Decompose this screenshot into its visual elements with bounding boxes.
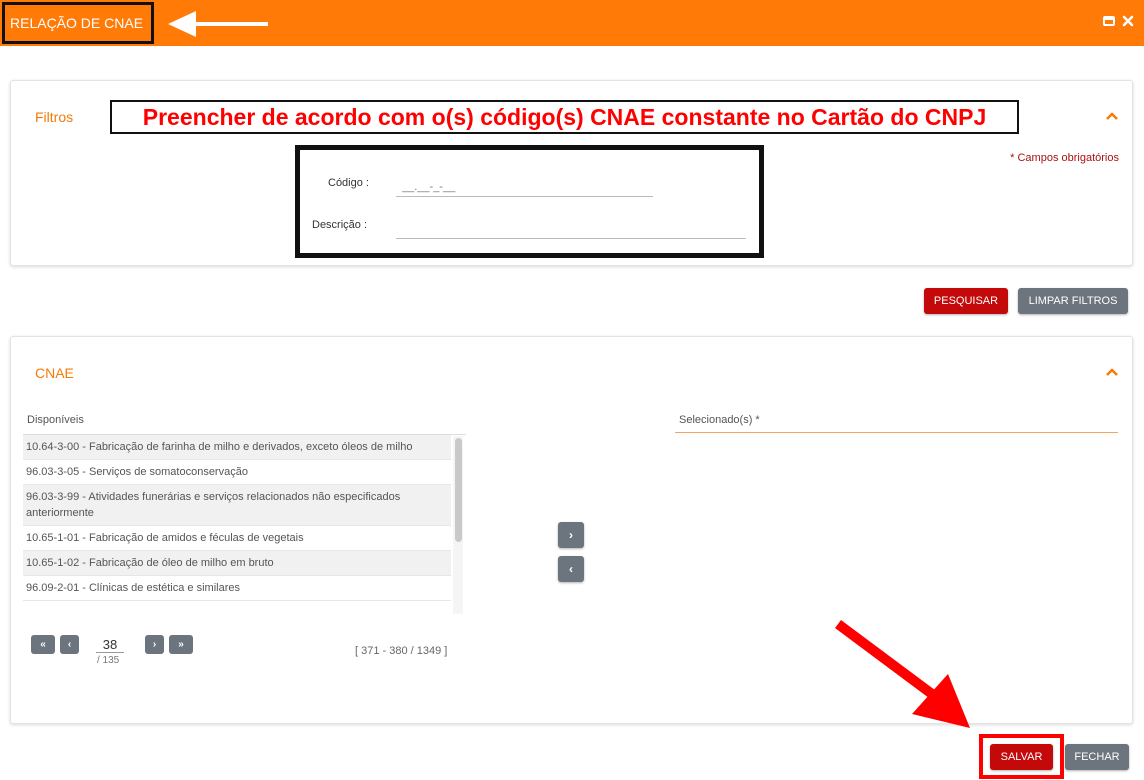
chevron-up-icon[interactable] — [1105, 367, 1119, 377]
list-item[interactable]: 96.03-3-05 - Serviços de somatoconservaç… — [23, 460, 451, 485]
list-item[interactable]: 10.65-1-02 - Fabricação de óleo de milho… — [23, 551, 451, 576]
close-button[interactable]: FECHAR — [1065, 744, 1129, 770]
title-bar-icons — [1102, 14, 1134, 28]
descricao-label: Descrição : — [312, 219, 368, 231]
record-range: [ 371 - 380 / 1349 ] — [355, 645, 448, 657]
list-item[interactable]: 96.03-3-99 - Atividades funerárias e ser… — [23, 485, 451, 526]
next-page-button[interactable]: › — [145, 635, 164, 654]
annotation-banner: Preencher de acordo com o(s) código(s) C… — [110, 100, 1019, 134]
codigo-input[interactable] — [396, 177, 653, 197]
white-arrow-annotation — [168, 11, 268, 37]
available-header: Disponíveis — [27, 414, 84, 426]
cnae-title[interactable]: CNAE — [35, 365, 74, 381]
clear-filters-button[interactable]: LIMPAR FILTROS — [1018, 288, 1128, 314]
list-scrollbar-thumb[interactable] — [455, 438, 462, 542]
selected-header-underline — [675, 432, 1118, 433]
descricao-input[interactable] — [396, 219, 746, 239]
required-fields-note: * Campos obrigatórios — [1010, 152, 1119, 164]
search-button[interactable]: PESQUISAR — [924, 288, 1008, 314]
move-right-button[interactable]: › — [558, 522, 584, 548]
selected-header: Selecionado(s) * — [679, 414, 760, 426]
chevron-up-icon[interactable] — [1105, 111, 1119, 121]
list-item[interactable]: 10.64-3-00 - Fabricação de farinha de mi… — [23, 435, 451, 460]
window-icon[interactable] — [1102, 14, 1116, 28]
codigo-label: Código : — [328, 177, 369, 189]
total-pages: / 135 — [97, 655, 120, 666]
filters-title[interactable]: Filtros — [35, 109, 73, 125]
first-page-button[interactable]: « — [31, 635, 55, 654]
list-item[interactable]: 10.65-1-01 - Fabricação de amidos e fécu… — [23, 526, 451, 551]
save-highlight-box — [979, 734, 1064, 779]
move-left-button[interactable]: ‹ — [558, 556, 584, 582]
list-item[interactable]: 96.09-2-01 - Clínicas de estética e simi… — [23, 576, 451, 601]
fields-highlight-box — [295, 145, 764, 258]
prev-page-button[interactable]: ‹ — [60, 635, 79, 654]
available-list[interactable]: 10.64-3-00 - Fabricação de farinha de mi… — [23, 434, 466, 616]
close-icon[interactable] — [1122, 14, 1134, 28]
current-page[interactable]: 38 — [96, 637, 124, 653]
last-page-button[interactable]: » — [169, 635, 193, 654]
window-title: RELAÇÃO DE CNAE — [10, 15, 144, 31]
red-arrow-annotation — [835, 619, 970, 728]
